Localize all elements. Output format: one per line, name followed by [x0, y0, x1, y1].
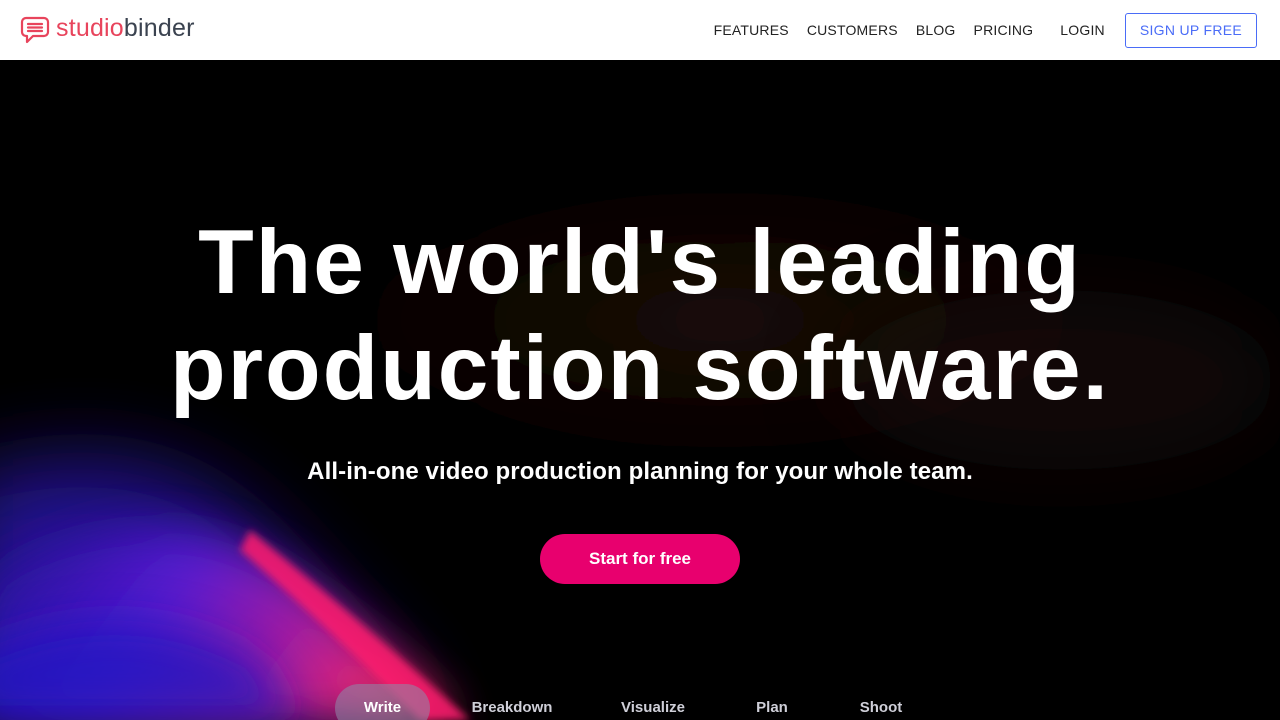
hero-subtitle: All-in-one video production planning for…: [307, 458, 973, 485]
nav-link-blog[interactable]: BLOG: [916, 22, 956, 38]
tab-breakdown[interactable]: Breakdown: [462, 684, 562, 720]
hero-title-line-2: production software.: [170, 318, 1110, 419]
start-for-free-button[interactable]: Start for free: [540, 534, 740, 584]
hero-title-line-1: The world's leading: [198, 212, 1082, 313]
feature-tabs: Write Breakdown Visualize Plan Shoot: [0, 684, 1280, 720]
brand-wordmark: studiobinder: [56, 16, 195, 41]
nav-link-features[interactable]: FEATURES: [714, 22, 789, 38]
main-nav: FEATURES CUSTOMERS BLOG PRICING LOGIN SI…: [714, 12, 1257, 48]
brand-name-binder: binder: [123, 14, 195, 42]
nav-link-pricing[interactable]: PRICING: [974, 22, 1034, 38]
brand-name-studio: studio: [56, 14, 124, 42]
nav-link-customers[interactable]: CUSTOMERS: [807, 22, 898, 38]
tab-visualize[interactable]: Visualize: [608, 684, 698, 720]
hero-title: The world's leading production software.: [0, 210, 1280, 422]
studiobinder-logo[interactable]: studiobinder: [20, 15, 195, 45]
login-link[interactable]: LOGIN: [1060, 22, 1105, 38]
hero-section: The world's leading production software.…: [0, 60, 1280, 720]
tab-write[interactable]: Write: [335, 684, 430, 720]
tab-shoot[interactable]: Shoot: [846, 684, 916, 720]
sign-up-free-button[interactable]: SIGN UP FREE: [1124, 12, 1257, 48]
top-navigation-bar: studiobinder FEATURES CUSTOMERS BLOG PRI…: [0, 0, 1280, 60]
speech-bubble-logo-icon: [20, 16, 50, 44]
tab-plan[interactable]: Plan: [742, 684, 802, 720]
